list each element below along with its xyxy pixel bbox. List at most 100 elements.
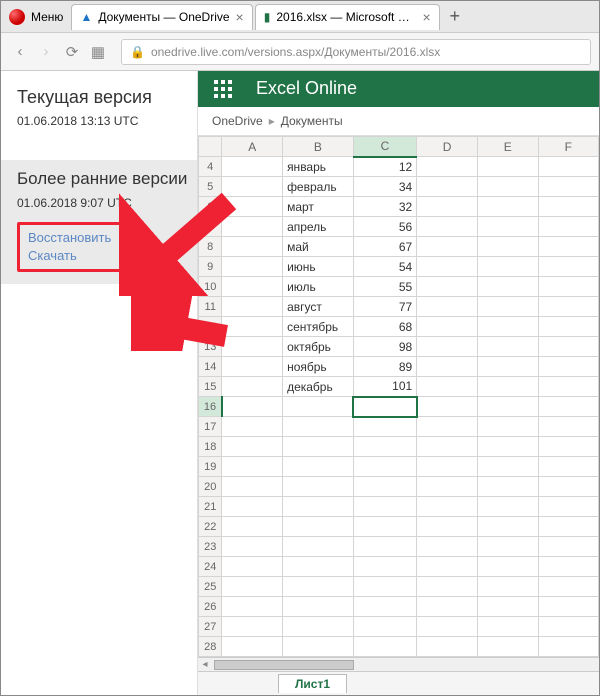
row-header[interactable]: 4 [199, 157, 222, 177]
reload-button[interactable]: ⟳ [61, 41, 83, 63]
cell[interactable]: октябрь [283, 337, 354, 357]
cell[interactable] [222, 337, 283, 357]
row-header[interactable]: 24 [199, 557, 222, 577]
cell[interactable] [417, 417, 478, 437]
speed-dial-button[interactable]: ▦ [87, 41, 109, 63]
row-header[interactable]: 7 [199, 217, 222, 237]
cell[interactable] [417, 557, 478, 577]
cell[interactable] [538, 257, 598, 277]
cell[interactable] [222, 397, 283, 417]
cell[interactable] [417, 237, 478, 257]
cell[interactable]: 98 [353, 337, 416, 357]
cell[interactable] [477, 477, 538, 497]
cell[interactable] [477, 377, 538, 397]
row-header[interactable]: 19 [199, 457, 222, 477]
cell[interactable] [353, 417, 416, 437]
row-header[interactable]: 21 [199, 497, 222, 517]
cell[interactable] [538, 297, 598, 317]
cell[interactable] [417, 317, 478, 337]
row-header[interactable]: 20 [199, 477, 222, 497]
cell[interactable] [417, 337, 478, 357]
cell[interactable] [283, 597, 354, 617]
cell[interactable] [222, 417, 283, 437]
row-header[interactable]: 6 [199, 197, 222, 217]
cell[interactable] [477, 157, 538, 177]
cell[interactable] [417, 257, 478, 277]
row-header[interactable]: 27 [199, 617, 222, 637]
cell[interactable] [222, 457, 283, 477]
column-header-D[interactable]: D [417, 137, 478, 157]
cell[interactable] [222, 377, 283, 397]
row-header[interactable]: 13 [199, 337, 222, 357]
close-icon[interactable]: × [236, 9, 244, 25]
cell[interactable]: 67 [353, 237, 416, 257]
row-header[interactable]: 15 [199, 377, 222, 397]
cell[interactable]: июнь [283, 257, 354, 277]
row-header[interactable]: 5 [199, 177, 222, 197]
cell[interactable] [417, 497, 478, 517]
cell[interactable] [477, 317, 538, 337]
cell[interactable] [283, 537, 354, 557]
cell[interactable] [477, 237, 538, 257]
cell[interactable] [417, 577, 478, 597]
scroll-left-icon[interactable]: ◂ [198, 659, 212, 670]
cell[interactable] [222, 277, 283, 297]
row-header[interactable]: 28 [199, 637, 222, 657]
cell[interactable] [353, 517, 416, 537]
cell[interactable] [538, 357, 598, 377]
breadcrumb-folder[interactable]: Документы [281, 114, 343, 128]
cell[interactable] [353, 557, 416, 577]
cell[interactable] [222, 317, 283, 337]
row-header[interactable]: 22 [199, 517, 222, 537]
cell[interactable] [353, 637, 416, 657]
cell[interactable] [477, 517, 538, 537]
scroll-thumb[interactable] [214, 660, 354, 670]
browser-menu[interactable]: Меню [31, 10, 63, 24]
cell[interactable] [477, 217, 538, 237]
restore-link[interactable]: Восстановить [28, 229, 116, 247]
cell[interactable]: 101 [353, 377, 416, 397]
cell[interactable] [477, 257, 538, 277]
cell[interactable]: 56 [353, 217, 416, 237]
cell[interactable] [222, 177, 283, 197]
row-header[interactable]: 12 [199, 317, 222, 337]
cell[interactable] [283, 437, 354, 457]
download-link[interactable]: Скачать [28, 247, 116, 265]
breadcrumb-root[interactable]: OneDrive [212, 114, 263, 128]
cell[interactable] [222, 597, 283, 617]
cell[interactable] [538, 637, 598, 657]
cell[interactable] [417, 177, 478, 197]
cell[interactable]: февраль [283, 177, 354, 197]
cell[interactable] [538, 517, 598, 537]
cell[interactable]: 54 [353, 257, 416, 277]
cell[interactable]: август [283, 297, 354, 317]
row-header[interactable]: 16 [199, 397, 222, 417]
cell[interactable] [477, 197, 538, 217]
browser-tab-1[interactable]: ▲ Документы — OneDrive × [71, 4, 252, 30]
cell[interactable] [477, 177, 538, 197]
cell[interactable] [222, 477, 283, 497]
cell[interactable] [222, 617, 283, 637]
spreadsheet-grid[interactable]: ABCDEF4январь125февраль346март327апрель5… [198, 136, 599, 657]
new-tab-button[interactable]: + [442, 4, 468, 30]
cell[interactable] [477, 297, 538, 317]
cell[interactable] [283, 577, 354, 597]
cell[interactable] [477, 577, 538, 597]
cell[interactable] [417, 637, 478, 657]
cell[interactable]: 77 [353, 297, 416, 317]
cell[interactable] [538, 557, 598, 577]
row-header[interactable]: 10 [199, 277, 222, 297]
cell[interactable] [417, 297, 478, 317]
cell[interactable] [222, 537, 283, 557]
cell[interactable] [222, 497, 283, 517]
cell[interactable]: 68 [353, 317, 416, 337]
cell[interactable] [477, 457, 538, 477]
cell[interactable] [538, 277, 598, 297]
cell[interactable] [417, 597, 478, 617]
row-header[interactable]: 18 [199, 437, 222, 457]
cell[interactable]: март [283, 197, 354, 217]
cell[interactable] [417, 517, 478, 537]
cell[interactable] [538, 177, 598, 197]
cell[interactable] [417, 157, 478, 177]
row-header[interactable]: 9 [199, 257, 222, 277]
